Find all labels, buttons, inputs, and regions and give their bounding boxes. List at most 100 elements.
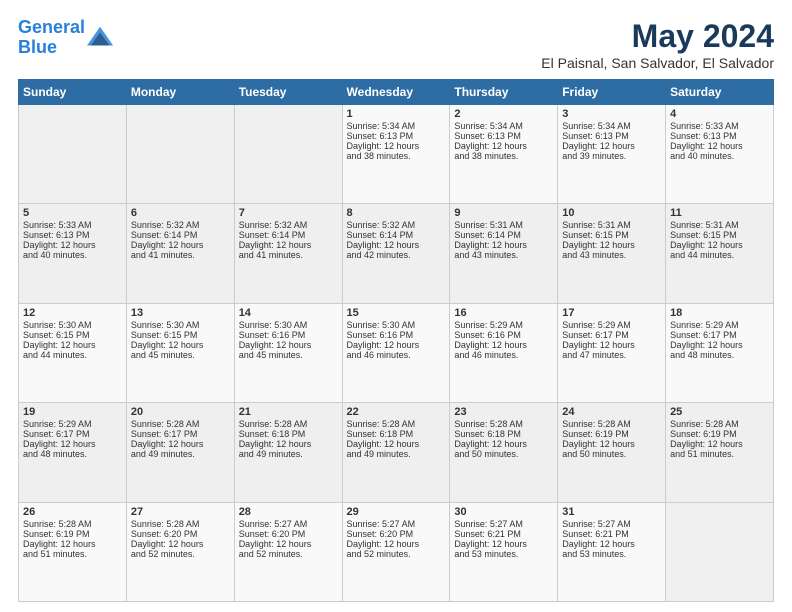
day-number: 2 — [454, 108, 553, 120]
day-info: Sunset: 6:19 PM — [23, 529, 122, 539]
calendar-cell: 29Sunrise: 5:27 AMSunset: 6:20 PMDayligh… — [342, 502, 450, 601]
col-tuesday: Tuesday — [234, 80, 342, 105]
day-number: 7 — [239, 207, 338, 219]
calendar-cell: 13Sunrise: 5:30 AMSunset: 6:15 PMDayligh… — [126, 303, 234, 402]
day-info: Sunrise: 5:28 AM — [347, 419, 446, 429]
main-title: May 2024 — [541, 18, 774, 55]
day-info: Daylight: 12 hours — [131, 539, 230, 549]
day-info: and 51 minutes. — [670, 449, 769, 459]
day-info: Daylight: 12 hours — [131, 240, 230, 250]
day-info: Daylight: 12 hours — [670, 240, 769, 250]
calendar-header-row: Sunday Monday Tuesday Wednesday Thursday… — [19, 80, 774, 105]
header: General Blue May 2024 El Paisnal, San Sa… — [18, 18, 774, 71]
day-info: Sunset: 6:20 PM — [347, 529, 446, 539]
col-monday: Monday — [126, 80, 234, 105]
day-info: and 43 minutes. — [454, 250, 553, 260]
calendar-cell: 19Sunrise: 5:29 AMSunset: 6:17 PMDayligh… — [19, 403, 127, 502]
day-info: Sunrise: 5:31 AM — [454, 220, 553, 230]
day-number: 13 — [131, 307, 230, 319]
day-info: and 48 minutes. — [670, 350, 769, 360]
day-info: Sunset: 6:14 PM — [454, 230, 553, 240]
day-info: Sunset: 6:14 PM — [239, 230, 338, 240]
calendar-cell: 1Sunrise: 5:34 AMSunset: 6:13 PMDaylight… — [342, 105, 450, 204]
logo-general: General — [18, 17, 85, 37]
day-info: Sunset: 6:19 PM — [562, 429, 661, 439]
day-number: 14 — [239, 307, 338, 319]
day-info: Sunset: 6:14 PM — [131, 230, 230, 240]
day-info: Sunrise: 5:32 AM — [239, 220, 338, 230]
day-info: Daylight: 12 hours — [23, 439, 122, 449]
calendar-cell: 23Sunrise: 5:28 AMSunset: 6:18 PMDayligh… — [450, 403, 558, 502]
day-info: Daylight: 12 hours — [23, 539, 122, 549]
calendar-cell: 22Sunrise: 5:28 AMSunset: 6:18 PMDayligh… — [342, 403, 450, 502]
day-info: and 46 minutes. — [347, 350, 446, 360]
day-info: Sunrise: 5:30 AM — [239, 320, 338, 330]
day-info: Sunrise: 5:29 AM — [23, 419, 122, 429]
day-info: Sunset: 6:16 PM — [239, 330, 338, 340]
day-number: 28 — [239, 506, 338, 518]
day-info: and 43 minutes. — [562, 250, 661, 260]
calendar-cell: 31Sunrise: 5:27 AMSunset: 6:21 PMDayligh… — [558, 502, 666, 601]
calendar-cell: 25Sunrise: 5:28 AMSunset: 6:19 PMDayligh… — [666, 403, 774, 502]
day-info: Sunrise: 5:33 AM — [23, 220, 122, 230]
day-info: Sunset: 6:18 PM — [347, 429, 446, 439]
day-info: and 44 minutes. — [23, 350, 122, 360]
day-info: Sunset: 6:17 PM — [562, 330, 661, 340]
day-info: and 44 minutes. — [670, 250, 769, 260]
day-info: Sunset: 6:14 PM — [347, 230, 446, 240]
day-info: and 49 minutes. — [131, 449, 230, 459]
day-number: 9 — [454, 207, 553, 219]
day-info: Sunset: 6:15 PM — [23, 330, 122, 340]
day-number: 17 — [562, 307, 661, 319]
day-info: Daylight: 12 hours — [454, 439, 553, 449]
day-number: 10 — [562, 207, 661, 219]
page: General Blue May 2024 El Paisnal, San Sa… — [0, 0, 792, 612]
day-number: 3 — [562, 108, 661, 120]
calendar-cell: 20Sunrise: 5:28 AMSunset: 6:17 PMDayligh… — [126, 403, 234, 502]
day-info: Daylight: 12 hours — [23, 240, 122, 250]
day-number: 6 — [131, 207, 230, 219]
calendar-cell: 30Sunrise: 5:27 AMSunset: 6:21 PMDayligh… — [450, 502, 558, 601]
calendar-cell — [666, 502, 774, 601]
day-info: Daylight: 12 hours — [23, 340, 122, 350]
day-info: Daylight: 12 hours — [454, 141, 553, 151]
day-number: 22 — [347, 406, 446, 418]
day-info: Sunset: 6:15 PM — [562, 230, 661, 240]
calendar-cell: 24Sunrise: 5:28 AMSunset: 6:19 PMDayligh… — [558, 403, 666, 502]
calendar-week-row: 5Sunrise: 5:33 AMSunset: 6:13 PMDaylight… — [19, 204, 774, 303]
day-number: 23 — [454, 406, 553, 418]
logo-text: General Blue — [18, 18, 85, 58]
day-info: Daylight: 12 hours — [454, 539, 553, 549]
calendar-cell: 16Sunrise: 5:29 AMSunset: 6:16 PMDayligh… — [450, 303, 558, 402]
day-number: 25 — [670, 406, 769, 418]
day-info: Sunrise: 5:28 AM — [131, 419, 230, 429]
day-info: Sunset: 6:13 PM — [562, 131, 661, 141]
calendar-cell: 7Sunrise: 5:32 AMSunset: 6:14 PMDaylight… — [234, 204, 342, 303]
day-info: Sunset: 6:18 PM — [239, 429, 338, 439]
day-info: Sunrise: 5:28 AM — [562, 419, 661, 429]
calendar-cell — [234, 105, 342, 204]
day-info: Sunrise: 5:32 AM — [131, 220, 230, 230]
col-thursday: Thursday — [450, 80, 558, 105]
calendar-cell: 2Sunrise: 5:34 AMSunset: 6:13 PMDaylight… — [450, 105, 558, 204]
day-number: 8 — [347, 207, 446, 219]
day-info: Sunset: 6:17 PM — [131, 429, 230, 439]
day-info: and 39 minutes. — [562, 151, 661, 161]
col-saturday: Saturday — [666, 80, 774, 105]
day-info: Daylight: 12 hours — [670, 340, 769, 350]
day-info: Daylight: 12 hours — [347, 340, 446, 350]
day-info: Sunset: 6:13 PM — [454, 131, 553, 141]
day-info: Sunrise: 5:31 AM — [562, 220, 661, 230]
calendar-cell: 17Sunrise: 5:29 AMSunset: 6:17 PMDayligh… — [558, 303, 666, 402]
day-info: Sunset: 6:17 PM — [23, 429, 122, 439]
calendar-week-row: 26Sunrise: 5:28 AMSunset: 6:19 PMDayligh… — [19, 502, 774, 601]
day-number: 18 — [670, 307, 769, 319]
day-info: Daylight: 12 hours — [347, 439, 446, 449]
day-info: Daylight: 12 hours — [454, 340, 553, 350]
calendar-cell: 8Sunrise: 5:32 AMSunset: 6:14 PMDaylight… — [342, 204, 450, 303]
day-info: Sunrise: 5:28 AM — [670, 419, 769, 429]
day-info: Daylight: 12 hours — [562, 539, 661, 549]
day-info: Sunrise: 5:28 AM — [131, 519, 230, 529]
day-info: Sunrise: 5:27 AM — [454, 519, 553, 529]
day-info: Daylight: 12 hours — [562, 240, 661, 250]
